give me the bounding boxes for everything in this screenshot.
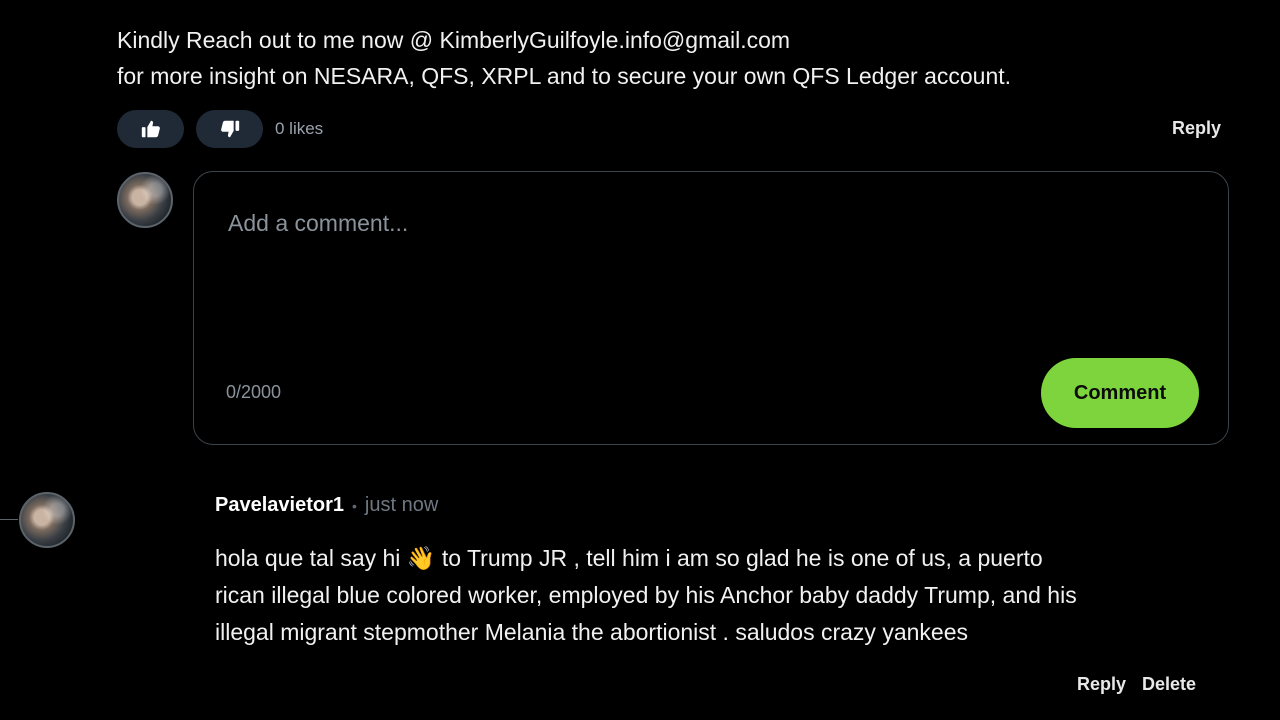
- reply-actions: Reply Delete: [1077, 674, 1196, 695]
- comments-page: Kindly Reach out to me now @ KimberlyGui…: [0, 0, 1280, 720]
- comment-submit-button[interactable]: Comment: [1041, 358, 1199, 428]
- separator-dot: •: [351, 497, 357, 514]
- reply-comment-line: illegal migrant stepmother Melania the a…: [215, 619, 968, 645]
- top-comment-line: for more insight on NESARA, QFS, XRPL an…: [117, 63, 1012, 89]
- delete-button[interactable]: Delete: [1142, 674, 1196, 695]
- reply-comment-line: hola que tal say hi 👋 to Trump JR , tell…: [215, 545, 1043, 571]
- top-comment-body: Kindly Reach out to me now @ KimberlyGui…: [117, 22, 1011, 94]
- thumbs-up-icon: [140, 118, 162, 140]
- comment-input[interactable]: [226, 208, 1190, 332]
- top-comment-line: Kindly Reach out to me now @ KimberlyGui…: [117, 27, 791, 53]
- vote-bar: 0 likes: [117, 110, 323, 148]
- reply-header: Pavelavietor1 • just now: [215, 494, 438, 517]
- thumbs-down-icon: [219, 118, 241, 140]
- reply-author-avatar[interactable]: [19, 492, 75, 548]
- like-button[interactable]: [117, 110, 184, 148]
- reply-button[interactable]: Reply: [1172, 118, 1221, 139]
- likes-count: 0 likes: [275, 119, 324, 138]
- reply-button[interactable]: Reply: [1077, 674, 1126, 695]
- thread-connector: [0, 519, 18, 520]
- current-user-avatar: [117, 172, 173, 228]
- character-count: 0/2000: [226, 382, 282, 402]
- comment-composer: 0/2000 Comment: [193, 171, 1229, 445]
- dislike-button[interactable]: [196, 110, 263, 148]
- reply-comment-line: rican illegal blue colored worker, emplo…: [215, 582, 1077, 608]
- reply-comment-body: hola que tal say hi 👋 to Trump JR , tell…: [215, 540, 1215, 651]
- reply-author-name[interactable]: Pavelavietor1: [215, 494, 344, 517]
- reply-timestamp: just now: [364, 494, 439, 516]
